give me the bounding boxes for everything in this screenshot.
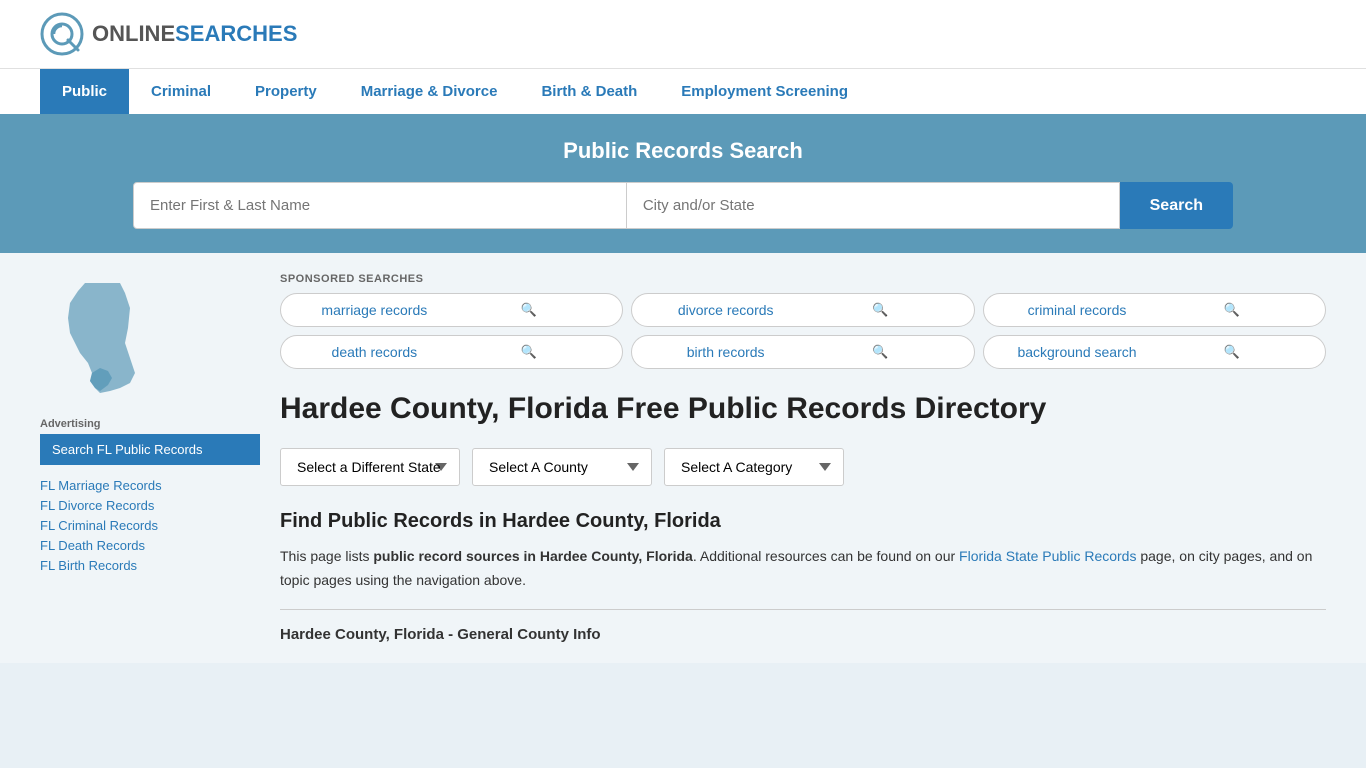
sponsored-grid: marriage records 🔍 divorce records 🔍 cri…	[280, 293, 1326, 369]
find-body-text2: . Additional resources can be found on o…	[693, 548, 959, 564]
florida-map-svg	[40, 273, 160, 403]
main-container: Advertising Search FL Public Records FL …	[0, 253, 1366, 663]
county-info-title: Hardee County, Florida - General County …	[280, 626, 1326, 643]
sidebar: Advertising Search FL Public Records FL …	[40, 273, 260, 643]
sponsored-marriage: marriage records	[297, 302, 452, 318]
sidebar-links: FL Marriage Records FL Divorce Records F…	[40, 477, 260, 573]
nav-item-marriage[interactable]: Marriage & Divorce	[339, 69, 520, 114]
fl-divorce-link[interactable]: FL Divorce Records	[40, 498, 154, 513]
search-button[interactable]: Search	[1120, 182, 1233, 229]
fl-criminal-link[interactable]: FL Criminal Records	[40, 518, 158, 533]
site-header: ONLINESEARCHES	[0, 0, 1366, 68]
list-item: FL Death Records	[40, 537, 260, 553]
sponsored-item[interactable]: background search 🔍	[983, 335, 1326, 369]
find-body-text1: This page lists	[280, 548, 373, 564]
location-input[interactable]	[627, 182, 1120, 229]
nav-item-employment[interactable]: Employment Screening	[659, 69, 870, 114]
search-icon: 🔍	[452, 302, 607, 318]
sponsored-item[interactable]: birth records 🔍	[631, 335, 974, 369]
search-icon: 🔍	[452, 344, 607, 360]
hero-title: Public Records Search	[40, 138, 1326, 164]
list-item: FL Divorce Records	[40, 497, 260, 513]
sponsored-item[interactable]: criminal records 🔍	[983, 293, 1326, 327]
search-form: Search	[133, 182, 1233, 229]
search-icon: 🔍	[803, 344, 958, 360]
nav-item-birth[interactable]: Birth & Death	[519, 69, 659, 114]
list-item: FL Birth Records	[40, 557, 260, 573]
fl-birth-link[interactable]: FL Birth Records	[40, 558, 137, 573]
find-records-title: Find Public Records in Hardee County, Fl…	[280, 510, 1326, 533]
search-icon: 🔍	[1154, 344, 1309, 360]
logo-online: ONLINE	[92, 21, 175, 46]
search-icon: 🔍	[1154, 302, 1309, 318]
main-nav: Public Criminal Property Marriage & Divo…	[0, 68, 1366, 114]
sponsored-item[interactable]: divorce records 🔍	[631, 293, 974, 327]
sponsored-birth: birth records	[648, 344, 803, 360]
sponsored-background: background search	[1000, 344, 1155, 360]
fl-marriage-link[interactable]: FL Marriage Records	[40, 478, 162, 493]
find-records-body: This page lists public record sources in…	[280, 545, 1326, 593]
nav-item-property[interactable]: Property	[233, 69, 339, 114]
logo-text: ONLINESEARCHES	[92, 21, 297, 47]
hero-banner: Public Records Search Search	[0, 114, 1366, 253]
sponsored-item[interactable]: death records 🔍	[280, 335, 623, 369]
state-dropdown[interactable]: Select a Different State	[280, 448, 460, 486]
name-input[interactable]	[133, 182, 627, 229]
sidebar-ad-section: Advertising Search FL Public Records FL …	[40, 418, 260, 573]
logo-icon	[40, 12, 84, 56]
category-dropdown[interactable]: Select A Category	[664, 448, 844, 486]
fl-death-link[interactable]: FL Death Records	[40, 538, 145, 553]
county-dropdown[interactable]: Select A County	[472, 448, 652, 486]
section-divider	[280, 609, 1326, 610]
logo: ONLINESEARCHES	[40, 12, 297, 56]
sponsored-label: SPONSORED SEARCHES	[280, 273, 1326, 285]
sponsored-death: death records	[297, 344, 452, 360]
find-body-bold: public record sources in Hardee County, …	[373, 548, 692, 564]
sidebar-search-button[interactable]: Search FL Public Records	[40, 434, 260, 465]
florida-state-link[interactable]: Florida State Public Records	[959, 548, 1136, 564]
sidebar-ad-label: Advertising	[40, 418, 260, 430]
dropdowns-row: Select a Different State Select A County…	[280, 448, 1326, 486]
sponsored-criminal: criminal records	[1000, 302, 1155, 318]
list-item: FL Criminal Records	[40, 517, 260, 533]
main-content: SPONSORED SEARCHES marriage records 🔍 di…	[280, 273, 1326, 643]
nav-item-criminal[interactable]: Criminal	[129, 69, 233, 114]
page-title: Hardee County, Florida Free Public Recor…	[280, 389, 1326, 428]
florida-map	[40, 273, 260, 406]
logo-searches: SEARCHES	[175, 21, 297, 46]
sponsored-divorce: divorce records	[648, 302, 803, 318]
sponsored-item[interactable]: marriage records 🔍	[280, 293, 623, 327]
nav-item-public[interactable]: Public	[40, 69, 129, 114]
search-icon: 🔍	[803, 302, 958, 318]
list-item: FL Marriage Records	[40, 477, 260, 493]
